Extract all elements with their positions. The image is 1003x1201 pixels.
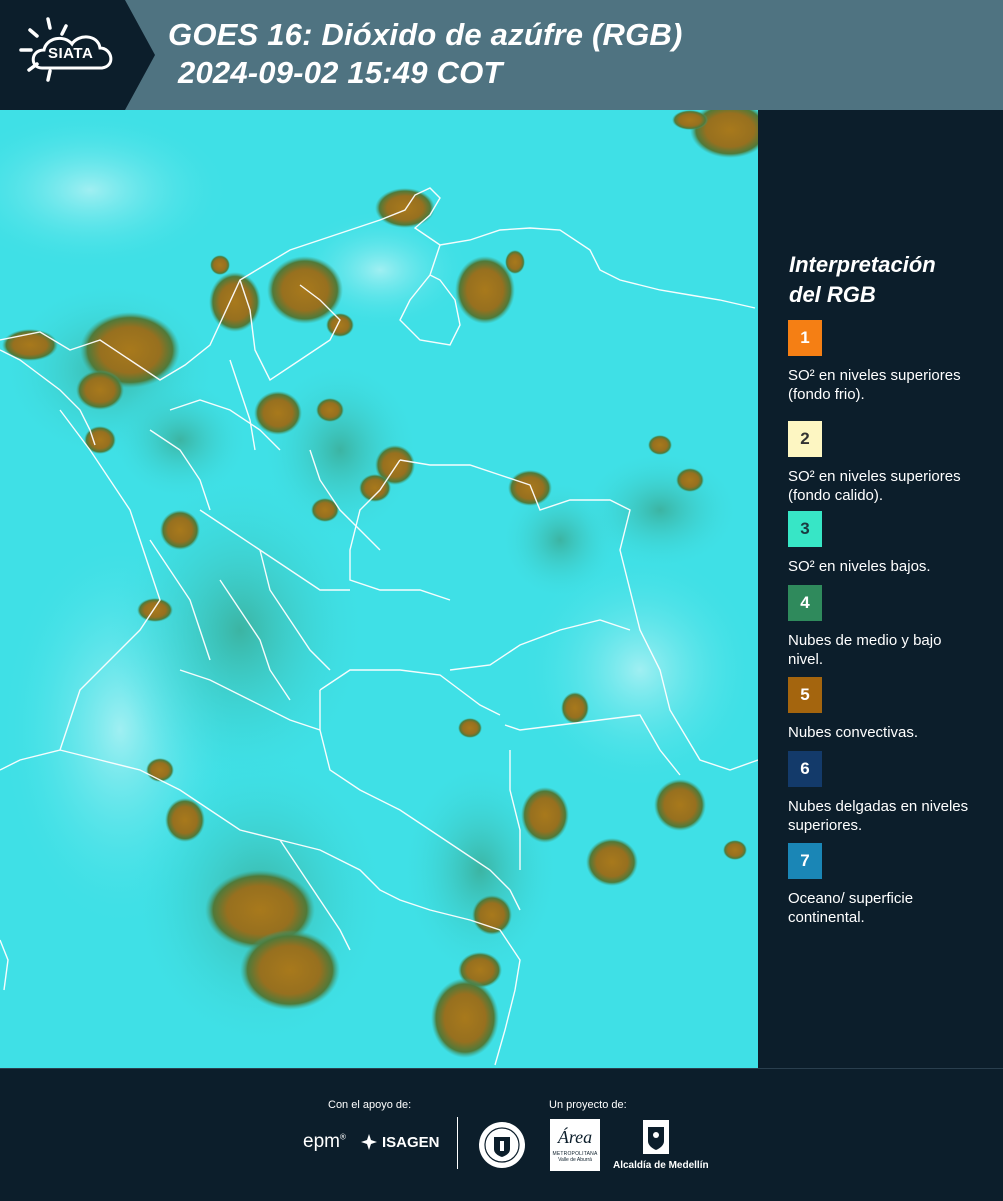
legend-label: Nubes convectivas. <box>788 724 919 741</box>
title-product: GOES 16: Dióxido de azúfre (RGB) <box>168 17 683 52</box>
legend-swatch: 5 <box>788 677 822 713</box>
isagen-logo: ISAGEN <box>360 1133 440 1151</box>
legend-swatch: 1 <box>788 320 822 356</box>
legend-item-7: 7 Oceano/ superficie continental. <box>788 843 998 927</box>
logo-text: SIATA <box>48 45 94 62</box>
legend-item-3: 3 SO² en niveles bajos. <box>788 511 998 576</box>
legend-label: SO² en niveles superiores (fondo calido)… <box>788 468 961 504</box>
legend-label: SO² en niveles bajos. <box>788 558 931 575</box>
area-logo-word: Área <box>557 1127 593 1147</box>
legend-label: SO² en niveles superiores (fondo frio). <box>788 367 961 403</box>
medellin-seal-icon <box>478 1121 526 1169</box>
legend-item-4: 4 Nubes de medio y bajo nivel. <box>788 585 998 669</box>
legend-item-1: 1 SO² en niveles superiores (fondo frio). <box>788 320 998 404</box>
legend-item-6: 6 Nubes delgadas en niveles superiores. <box>788 751 998 835</box>
legend-item-2: 2 SO² en niveles superiores (fondo calido… <box>788 421 998 505</box>
legend-swatch: 7 <box>788 843 822 879</box>
isagen-logo-text: ISAGEN <box>382 1133 440 1151</box>
legend-label: Nubes de medio y bajo nivel. <box>788 632 942 668</box>
page-title: GOES 16: Dióxido de azúfre (RGB) 2024-09… <box>168 16 683 92</box>
isagen-star-icon <box>361 1134 377 1150</box>
epm-logo-text: epm <box>303 1131 340 1152</box>
legend-item-5: 5 Nubes convectivas. <box>788 677 998 742</box>
legend-title: Interpretación del RGB <box>789 250 936 310</box>
area-metropolitana-logo: Área METROPOLITANA Valle de Aburrá <box>550 1119 600 1171</box>
support-label: Con el apoyo de: <box>328 1099 412 1111</box>
footer-divider <box>457 1117 458 1169</box>
legend-swatch: 6 <box>788 751 822 787</box>
legend-title-line2: del RGB <box>789 282 876 307</box>
alcaldia-label: Alcaldía de Medellín <box>613 1160 709 1171</box>
legend-swatch: 4 <box>788 585 822 621</box>
satellite-map <box>0 110 758 1068</box>
project-label: Un proyecto de: <box>549 1099 627 1111</box>
header-bar: SIATA GOES 16: Dióxido de azúfre (RGB) 2… <box>0 0 1003 110</box>
legend-panel: Interpretación del RGB 1 SO² en niveles s… <box>760 110 1003 1068</box>
legend-swatch: 3 <box>788 511 822 547</box>
legend-label: Nubes delgadas en niveles superiores. <box>788 798 969 834</box>
legend-label: Oceano/ superficie continental. <box>788 890 914 926</box>
siata-logo: SIATA <box>0 0 155 110</box>
title-timestamp: 2024-09-02 15:49 COT <box>178 55 503 90</box>
epm-logo: epm® <box>303 1131 346 1152</box>
legend-title-line1: Interpretación <box>789 252 936 277</box>
area-logo-sub2: Valle de Aburrá <box>558 1157 592 1163</box>
alcaldia-crest-icon <box>642 1119 670 1155</box>
legend-swatch: 2 <box>788 421 822 457</box>
footer: Con el apoyo de: Un proyecto de: epm® IS… <box>0 1068 1003 1201</box>
